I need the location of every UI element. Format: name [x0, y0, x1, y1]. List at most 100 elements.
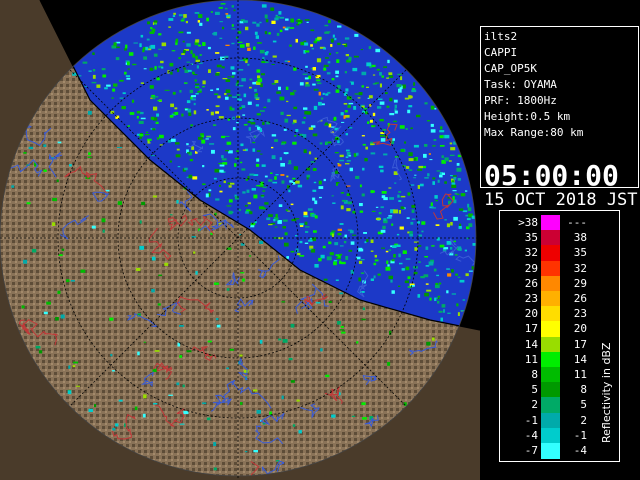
echo-cell: [385, 250, 389, 253]
echo-cell: [213, 442, 217, 446]
echo-cell: [256, 184, 261, 187]
echo-cell: [320, 97, 324, 100]
echo-cell: [231, 42, 235, 45]
echo-cell: [398, 200, 402, 202]
echo-cell: [256, 69, 261, 73]
echo-cell: [202, 86, 205, 88]
echo-cell: [323, 67, 327, 71]
echo-cell: [333, 116, 337, 121]
legend-color-swatch: [541, 397, 560, 414]
echo-cell: [389, 197, 394, 200]
echo-cell: [124, 71, 127, 75]
echo-cell: [331, 230, 336, 232]
echo-cell: [161, 42, 167, 47]
echo-cell: [316, 58, 322, 63]
echo-cell: [391, 223, 394, 226]
echo-cell: [423, 153, 427, 158]
echo-cell: [388, 275, 393, 280]
echo-cell: [399, 262, 403, 265]
echo-cell: [365, 146, 368, 150]
echo-cell: [404, 141, 407, 144]
echo-cell: [244, 204, 248, 207]
echo-cell: [118, 399, 123, 402]
echo-cell: [195, 59, 200, 62]
echo-cell: [339, 253, 343, 256]
echo-cell: [345, 54, 349, 57]
echo-cell: [386, 77, 390, 79]
echo-cell: [388, 249, 391, 252]
echo-cell: [183, 50, 186, 54]
echo-cell: [335, 279, 339, 281]
echo-cell: [307, 208, 313, 211]
echo-cell: [465, 190, 468, 192]
echo-cell: [228, 199, 233, 203]
echo-cell: [104, 87, 108, 90]
echo-cell: [271, 83, 277, 85]
echo-cell: [179, 423, 185, 425]
echo-cell: [361, 402, 366, 406]
echo-cell: [264, 175, 268, 178]
echo-cell: [424, 177, 429, 179]
echo-cell: [221, 135, 226, 139]
echo-cell: [418, 261, 421, 263]
echo-cell: [280, 111, 284, 115]
echo-cell: [173, 12, 176, 15]
echo-cell: [225, 150, 230, 152]
echo-cell: [275, 174, 279, 176]
echo-cell: [216, 88, 219, 91]
echo-cell: [238, 69, 244, 71]
height-value: Height:0.5 km: [484, 110, 571, 123]
echo-cell: [334, 170, 339, 174]
echo-cell: [357, 97, 361, 99]
echo-cell: [187, 152, 190, 154]
echo-cell: [318, 91, 321, 96]
legend-color-swatch: [541, 382, 560, 399]
legend-high-value: 32: [573, 261, 587, 275]
echo-cell: [224, 135, 230, 137]
echo-cell: [418, 165, 423, 169]
echo-cell: [235, 83, 238, 87]
legend-color-swatch: [541, 351, 560, 368]
echo-cell: [343, 115, 346, 119]
echo-cell: [314, 215, 318, 219]
legend-low-value: 5: [531, 383, 538, 397]
echo-cell: [242, 278, 245, 282]
echo-cell: [429, 297, 432, 301]
echo-cell: [215, 198, 220, 201]
echo-cell: [174, 107, 178, 110]
echo-cell: [303, 149, 307, 154]
echo-cell: [138, 120, 144, 124]
echo-cell: [249, 173, 255, 176]
echo-cell: [126, 77, 131, 80]
legend-color-swatch: [541, 291, 560, 307]
echo-cell: [285, 209, 288, 212]
echo-cell: [471, 266, 474, 270]
echo-cell: [105, 189, 110, 192]
echo-cell: [428, 153, 431, 155]
echo-cell: [255, 163, 260, 167]
echo-cell: [372, 112, 376, 117]
echo-cell: [408, 95, 412, 99]
echo-cell: [231, 5, 234, 8]
echo-cell: [272, 181, 278, 184]
echo-cell: [127, 125, 130, 127]
echo-cell: [260, 194, 265, 197]
echo-cell: [291, 218, 297, 222]
echo-cell: [227, 119, 230, 121]
echo-cell: [139, 245, 145, 250]
echo-cell: [323, 178, 326, 182]
echo-cell: [212, 33, 217, 35]
echo-cell: [325, 374, 330, 378]
echo-cell: [158, 48, 162, 50]
echo-cell: [115, 57, 120, 61]
echo-cell: [332, 202, 336, 204]
echo-cell: [154, 66, 157, 70]
echo-cell: [243, 93, 247, 98]
echo-cell: [255, 104, 259, 107]
echo-cell: [314, 157, 317, 160]
legend-high-value: 14: [573, 352, 587, 366]
echo-cell: [112, 370, 115, 372]
echo-cell: [349, 230, 354, 234]
echo-cell: [231, 28, 235, 30]
echo-cell: [405, 266, 410, 271]
